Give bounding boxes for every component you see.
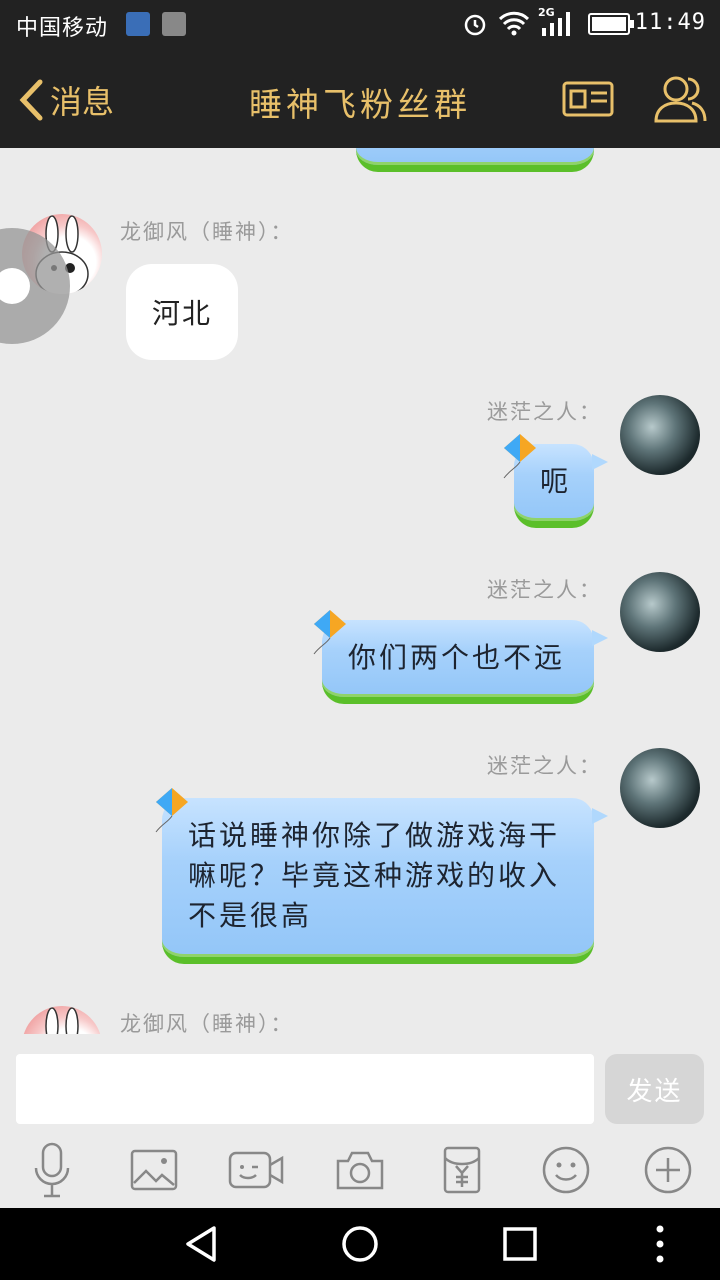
- kite-icon: [155, 788, 188, 833]
- sender-name: 迷茫之人：: [487, 578, 602, 602]
- sender-name: 迷茫之人：: [487, 754, 602, 778]
- emoji-icon: [542, 1146, 590, 1194]
- message-bubble[interactable]: 你们两个也不远: [322, 620, 608, 704]
- battery-icon: [588, 12, 636, 42]
- video-call-icon: [228, 1151, 284, 1189]
- members-icon: [654, 76, 707, 123]
- message-text-line: 嘛呢？毕竟这种游戏的收入: [188, 859, 561, 892]
- message-input[interactable]: [16, 1054, 594, 1124]
- nav-menu-button[interactable]: [638, 1222, 682, 1266]
- nav-home-button[interactable]: [338, 1222, 382, 1266]
- voice-button[interactable]: [22, 1140, 82, 1200]
- signal-icon: [540, 12, 572, 42]
- image-icon: [130, 1149, 178, 1191]
- back-triangle-icon: [186, 1226, 216, 1262]
- camera-button[interactable]: [330, 1140, 390, 1200]
- wifi-icon: [498, 10, 530, 42]
- message-bubble-partial[interactable]: [356, 148, 594, 172]
- microphone-icon: [34, 1142, 70, 1198]
- id-card-icon: [562, 81, 614, 117]
- red-packet-icon: [443, 1146, 481, 1194]
- avatar-self[interactable]: [620, 748, 700, 828]
- red-packet-button[interactable]: [432, 1140, 492, 1200]
- message-text-line: 话说睡神你除了做游戏海干: [188, 819, 561, 852]
- alarm-icon: [462, 11, 488, 43]
- kite-icon: [503, 434, 536, 479]
- chat-list[interactable]: 龙御风（睡神）： 河北 迷茫之人： 呃 迷茫之人： 你们两个也不远 迷茫之人： …: [0, 148, 720, 1034]
- more-dots-icon: [656, 1225, 664, 1263]
- sender-name: 迷茫之人：: [487, 400, 602, 424]
- message-text-line: 不是很高: [188, 899, 313, 932]
- avatar-self[interactable]: [620, 572, 700, 652]
- avatar-self[interactable]: [620, 395, 700, 475]
- more-actions-button[interactable]: [638, 1140, 698, 1200]
- message-text: 你们两个也不远: [348, 641, 566, 674]
- sender-name: 龙御风（睡神）：: [120, 1012, 294, 1034]
- message-bubble[interactable]: 话说睡神你除了做游戏海干 嘛呢？毕竟这种游戏的收入 不是很高: [162, 798, 608, 964]
- camera-icon: [336, 1151, 384, 1190]
- composer-toolbar: [0, 1130, 720, 1208]
- avatar-longyufeng[interactable]: [22, 1006, 102, 1034]
- gallery-notification-icon: [162, 12, 186, 36]
- home-circle-icon: [342, 1226, 378, 1262]
- nav-recents-button[interactable]: [498, 1222, 542, 1266]
- bunny-avatar-icon: [45, 1007, 79, 1034]
- kite-icon: [313, 610, 346, 655]
- nav-back-button[interactable]: [178, 1222, 222, 1266]
- sender-name: 龙御风（睡神）：: [120, 220, 294, 244]
- message-bubble[interactable]: 河北: [126, 264, 239, 360]
- composer: 发送: [0, 1034, 720, 1142]
- carrier-label: 中国移动: [16, 16, 109, 41]
- health-notification-icon: [126, 12, 150, 36]
- emoji-button[interactable]: [536, 1140, 596, 1200]
- clock: 11:49: [634, 10, 706, 35]
- system-nav-bar: [0, 1208, 720, 1280]
- title-bar: 消息 睡神飞粉丝群: [0, 50, 720, 148]
- photo-button[interactable]: [124, 1140, 184, 1200]
- video-call-button[interactable]: [226, 1140, 286, 1200]
- plus-icon: [644, 1146, 692, 1194]
- group-members-button[interactable]: [650, 72, 710, 126]
- group-profile-button[interactable]: [558, 72, 618, 126]
- status-bar: 中国移动 2G 11:49: [0, 0, 720, 50]
- send-button[interactable]: 发送: [605, 1054, 704, 1124]
- message-text: 呃: [540, 465, 572, 498]
- recents-square-icon: [503, 1227, 537, 1261]
